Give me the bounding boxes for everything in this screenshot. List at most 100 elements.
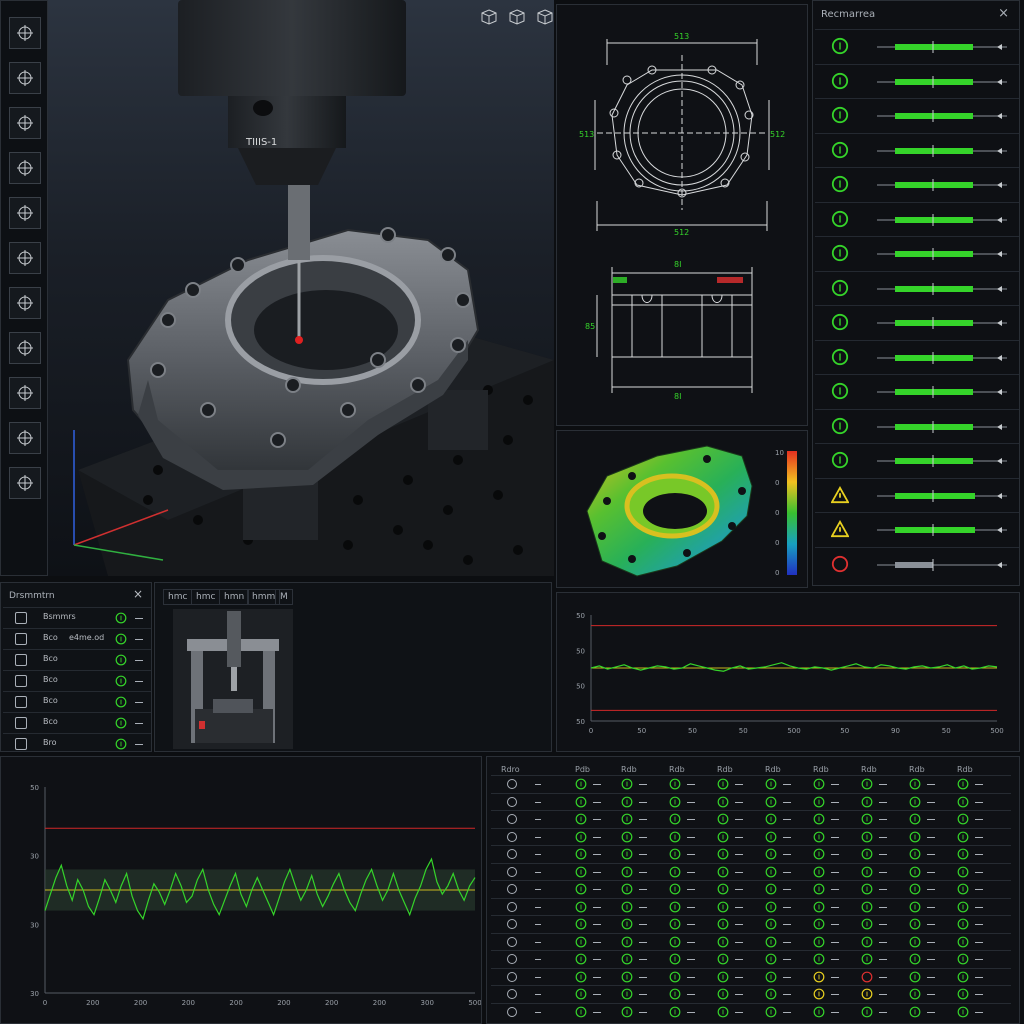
result-row[interactable] bbox=[815, 201, 1019, 235]
chart-big-svg: 503030300 200 200 200 200 200 200 200 300 500 bbox=[1, 757, 481, 1023]
close-icon[interactable]: × bbox=[133, 587, 143, 601]
table-header[interactable]: Rdb bbox=[717, 765, 733, 774]
cell-dash bbox=[593, 1011, 601, 1013]
status-ok-icon bbox=[765, 796, 777, 807]
table-row[interactable] bbox=[491, 845, 1011, 862]
feature-row[interactable]: Bco bbox=[3, 691, 151, 711]
tolerance-bar bbox=[877, 41, 1007, 53]
feature-row[interactable]: Bsmmrs bbox=[3, 607, 151, 627]
table-header[interactable]: Rdb bbox=[861, 765, 877, 774]
cylinder-icon[interactable] bbox=[9, 242, 41, 274]
probe-icon[interactable] bbox=[9, 377, 41, 409]
cell-dash bbox=[831, 941, 839, 943]
plane-icon[interactable] bbox=[9, 287, 41, 319]
table-row[interactable] bbox=[491, 792, 1011, 810]
cell-dash bbox=[927, 854, 935, 855]
cell-dash bbox=[783, 801, 791, 803]
point-icon[interactable] bbox=[9, 422, 41, 454]
table-header[interactable]: Rdro bbox=[501, 765, 520, 774]
table-header[interactable]: Rdb bbox=[765, 765, 781, 774]
status-ok-icon bbox=[717, 796, 729, 807]
result-row[interactable] bbox=[815, 29, 1019, 62]
table-row[interactable] bbox=[491, 1002, 1011, 1020]
view-cube-side-icon[interactable] bbox=[508, 8, 526, 26]
machine-tool-button[interactable]: hmc bbox=[163, 589, 193, 605]
3d-cube-icon[interactable] bbox=[9, 17, 41, 49]
status-ok-icon bbox=[717, 848, 729, 860]
measurement-toolbar bbox=[0, 0, 48, 576]
status-ok-icon bbox=[813, 883, 825, 895]
table-row[interactable] bbox=[491, 775, 1011, 792]
table-header[interactable]: Rdb bbox=[669, 765, 685, 774]
circle-crosshair-icon[interactable] bbox=[9, 107, 41, 139]
distance-icon[interactable] bbox=[9, 332, 41, 364]
status-ok-icon bbox=[957, 796, 969, 807]
cell-dash bbox=[687, 941, 695, 943]
status-warn-icon bbox=[861, 988, 873, 1000]
status-ok-icon bbox=[909, 918, 921, 930]
table-header[interactable]: Rdb bbox=[909, 765, 925, 774]
tolerance-bar bbox=[877, 248, 1007, 260]
row-dash bbox=[135, 681, 143, 682]
feature-row[interactable]: Bco bbox=[3, 712, 151, 732]
cell-dash bbox=[735, 871, 743, 873]
table-row[interactable] bbox=[491, 880, 1011, 897]
result-row[interactable] bbox=[815, 339, 1019, 373]
machine-tool-button[interactable]: hmn bbox=[219, 589, 250, 605]
result-row[interactable] bbox=[815, 477, 1019, 511]
feature-row[interactable]: Bco bbox=[3, 649, 151, 669]
cell-dash bbox=[687, 854, 695, 855]
status-ok-icon bbox=[909, 778, 921, 790]
table-row[interactable] bbox=[491, 810, 1011, 827]
feature-row[interactable]: Bro bbox=[3, 733, 151, 751]
result-row[interactable] bbox=[815, 374, 1019, 407]
cell-dash bbox=[831, 836, 839, 838]
close-icon[interactable]: × bbox=[998, 6, 1009, 21]
cell-dash bbox=[927, 871, 935, 873]
angle-icon[interactable] bbox=[9, 152, 41, 184]
side-dim-bottom: 8I bbox=[674, 392, 681, 401]
status-ok-icon bbox=[717, 988, 729, 1000]
row-dash bbox=[135, 660, 143, 661]
table-header[interactable]: Pdb bbox=[575, 765, 590, 774]
feature-row[interactable]: Bco e4me.od bbox=[3, 628, 151, 648]
view-cube-top-icon[interactable] bbox=[536, 8, 554, 26]
status-ok-icon bbox=[765, 953, 777, 965]
result-row[interactable] bbox=[815, 236, 1019, 269]
table-row[interactable] bbox=[491, 897, 1011, 915]
result-row[interactable] bbox=[815, 408, 1019, 442]
table-header[interactable]: Rdb bbox=[621, 765, 637, 774]
status-fail-icon bbox=[861, 971, 873, 982]
status-ok-icon bbox=[575, 971, 587, 982]
table-row[interactable] bbox=[491, 915, 1011, 932]
table-row[interactable] bbox=[491, 950, 1011, 967]
table-row[interactable] bbox=[491, 985, 1011, 1002]
result-row[interactable] bbox=[815, 443, 1019, 476]
x-tick-label: 200 bbox=[325, 999, 338, 1007]
result-row[interactable] bbox=[815, 305, 1019, 338]
table-header[interactable]: Rdb bbox=[957, 765, 973, 774]
feature-row[interactable]: Bco bbox=[3, 670, 151, 690]
view-cube-front-icon[interactable] bbox=[480, 8, 498, 26]
status-ok-icon bbox=[765, 918, 777, 930]
table-row[interactable] bbox=[491, 827, 1011, 845]
result-row[interactable] bbox=[815, 270, 1019, 304]
table-row[interactable] bbox=[491, 967, 1011, 985]
table-header[interactable]: Rdb bbox=[813, 765, 829, 774]
crosshair-icon[interactable] bbox=[9, 62, 41, 94]
result-row[interactable] bbox=[815, 167, 1019, 200]
result-row[interactable] bbox=[815, 98, 1019, 131]
table-row[interactable] bbox=[491, 862, 1011, 880]
table-row[interactable] bbox=[491, 932, 1011, 950]
result-row[interactable] bbox=[815, 132, 1019, 166]
result-row[interactable] bbox=[815, 512, 1019, 545]
axis-measure-icon[interactable] bbox=[9, 197, 41, 229]
cmm-machine-thumbnail[interactable] bbox=[173, 609, 293, 749]
machine-tool-button[interactable]: hmc bbox=[191, 589, 221, 605]
3d-viewport[interactable]: TIIIS-1 bbox=[48, 0, 554, 576]
machine-tool-button[interactable]: M bbox=[275, 589, 293, 605]
result-row[interactable] bbox=[815, 546, 1019, 580]
result-row[interactable] bbox=[815, 63, 1019, 97]
cell-dash bbox=[927, 994, 935, 995]
settings-circle-icon[interactable] bbox=[9, 467, 41, 499]
